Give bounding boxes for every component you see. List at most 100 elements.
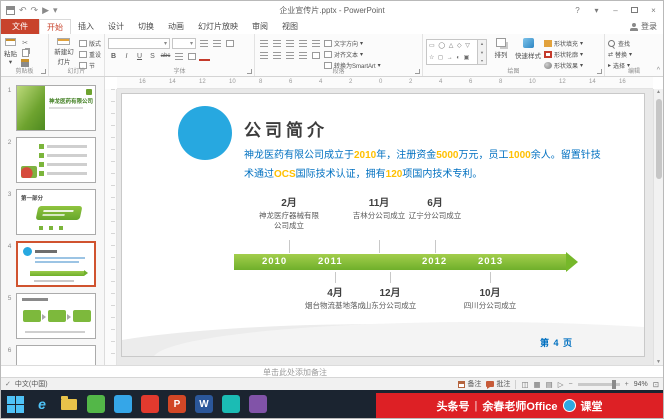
slide-thumbnail-1[interactable]: 神龙医药有限公司	[16, 85, 96, 131]
shape-outline-button[interactable]: 形状轮廓 ▾	[544, 50, 583, 59]
tab-view[interactable]: 视图	[275, 19, 305, 34]
zoom-percentage[interactable]: 94%	[634, 381, 648, 388]
zoom-slider-thumb[interactable]	[611, 379, 616, 389]
help-button[interactable]: ?	[568, 1, 587, 19]
shapes-gallery-scroll[interactable]: ▲ ▼ ▾	[478, 39, 487, 65]
file-explorer-button[interactable]	[58, 393, 80, 415]
notes-toggle-button[interactable]: 备注	[458, 379, 481, 389]
vertical-scrollbar[interactable]: ▲ ▼	[653, 89, 663, 365]
undo-button[interactable]: ↶	[19, 3, 27, 17]
tab-design[interactable]: 设计	[101, 19, 131, 34]
slide-sorter-view-button[interactable]: ▦	[534, 380, 541, 389]
new-slide-button[interactable]: 新建幻灯片	[52, 36, 76, 66]
redo-button[interactable]: ↷	[31, 3, 39, 17]
arrange-button[interactable]: 排列	[490, 36, 512, 66]
comments-toggle-button[interactable]: 批注	[486, 379, 510, 389]
replace-button[interactable]: ⇄ 替换 ▾	[608, 50, 632, 59]
find-button[interactable]: 查找	[608, 39, 632, 48]
timeline-arrow-bar[interactable]: 2010 2011 2012 2013	[234, 252, 578, 272]
numbering-button[interactable]	[271, 38, 282, 48]
slide-thumbnail-2[interactable]	[16, 137, 96, 183]
text-direction-button[interactable]: 文字方向 ▾	[324, 39, 381, 48]
slide-thumbnail-3[interactable]: 第一部分	[16, 189, 96, 235]
ribbon-display-options-button[interactable]: ▾	[587, 1, 606, 19]
underline-button[interactable]: U	[134, 51, 145, 61]
normal-view-button[interactable]: ◫	[521, 380, 528, 389]
slide-thumbnail-6[interactable]	[16, 345, 96, 365]
close-button[interactable]: ×	[644, 1, 663, 19]
zoom-in-button[interactable]: +	[625, 381, 629, 388]
maximize-button[interactable]	[625, 1, 644, 19]
font-color-button[interactable]: B	[199, 51, 210, 61]
layout-button[interactable]: 版式	[78, 39, 101, 48]
language-indicator[interactable]: 中文(中国)	[15, 379, 48, 389]
fit-to-window-button[interactable]: ⊡	[653, 380, 659, 389]
tab-animations[interactable]: 动画	[161, 19, 191, 34]
align-left-button[interactable]	[258, 50, 269, 60]
tab-review[interactable]: 审阅	[245, 19, 275, 34]
bullets-button[interactable]	[258, 38, 269, 48]
internet-explorer-button[interactable]: e	[31, 393, 53, 415]
increase-font-button[interactable]	[198, 39, 209, 49]
scrollbar-thumb[interactable]	[655, 99, 662, 179]
taskbar-app-button[interactable]	[139, 393, 161, 415]
tab-file[interactable]: 文件	[1, 19, 39, 34]
character-spacing-button[interactable]	[173, 51, 184, 61]
font-name-combobox[interactable]: ▾	[108, 38, 170, 49]
decrease-indent-button[interactable]	[284, 38, 295, 48]
copy-button[interactable]	[20, 49, 30, 57]
sign-in-button[interactable]: 登录	[630, 21, 657, 32]
quick-styles-button[interactable]: 快速样式	[515, 36, 541, 66]
strikethrough-button[interactable]: abc	[160, 51, 171, 61]
tab-slideshow[interactable]: 幻灯片放映	[191, 19, 245, 34]
dialog-launcher-icon[interactable]	[41, 69, 46, 74]
slideshow-view-button[interactable]: ▷	[558, 380, 564, 389]
paste-button[interactable]: 粘贴 ▾	[4, 36, 17, 66]
cut-button[interactable]: ✂	[20, 39, 30, 47]
taskbar-app-button[interactable]	[112, 393, 134, 415]
slide-thumbnail-4-selected[interactable]	[16, 241, 96, 287]
blue-circle-shape[interactable]	[178, 106, 232, 160]
slide-body-text[interactable]: 神龙医药有限公司成立于2010年，注册资金5000万元，员工1000余人。留置针…	[244, 147, 606, 184]
save-button[interactable]	[6, 3, 15, 17]
minimize-button[interactable]: –	[606, 1, 625, 19]
zoom-slider[interactable]	[577, 379, 620, 389]
taskbar-app-button[interactable]	[247, 393, 269, 415]
collapse-ribbon-button[interactable]: ^	[657, 67, 660, 74]
clear-formatting-button[interactable]	[224, 39, 235, 49]
shapes-gallery-box[interactable]: ▭ ◯ △ ◇ ▽ ☆ ◻ → ◐ ▣	[426, 39, 478, 65]
shape-fill-button[interactable]: 形状填充 ▾	[544, 39, 583, 48]
customize-qat-button[interactable]: ▾	[53, 3, 58, 17]
milestone-bottom-2[interactable]: 12月 山东分公司成立	[348, 284, 432, 311]
align-right-button[interactable]	[284, 50, 295, 60]
change-case-button[interactable]	[186, 51, 197, 61]
milestone-top-1[interactable]: 2月 神龙医疗器械有限公司成立	[247, 194, 331, 231]
bold-button[interactable]: B	[108, 51, 119, 61]
align-text-button[interactable]: 对齐文本 ▾	[324, 50, 381, 59]
tab-insert[interactable]: 插入	[71, 19, 101, 34]
dialog-launcher-icon[interactable]	[415, 69, 420, 74]
dialog-launcher-icon[interactable]	[597, 69, 602, 74]
word-taskbar-button[interactable]: W	[193, 393, 215, 415]
text-shadow-button[interactable]: S	[147, 51, 158, 61]
milestone-top-3[interactable]: 6月 辽宁分公司成立	[393, 194, 477, 221]
powerpoint-taskbar-button[interactable]: P	[166, 393, 188, 415]
dialog-launcher-icon[interactable]	[247, 69, 252, 74]
start-slideshow-button[interactable]: ▶	[42, 3, 49, 17]
decrease-font-button[interactable]	[211, 39, 222, 49]
start-button[interactable]	[4, 393, 26, 415]
italic-button[interactable]: I	[121, 51, 132, 61]
notes-pane[interactable]: 单击此处添加备注	[1, 365, 663, 377]
font-size-combobox[interactable]: ▾	[172, 38, 196, 49]
slide-title[interactable]: 公司简介	[244, 116, 328, 141]
tab-transitions[interactable]: 切换	[131, 19, 161, 34]
reading-view-button[interactable]: ▤	[546, 380, 553, 389]
reset-button[interactable]: 重设	[78, 50, 101, 59]
milestone-bottom-3[interactable]: 10月 四川分公司成立	[448, 284, 532, 311]
increase-indent-button[interactable]	[297, 38, 308, 48]
taskbar-app-button[interactable]	[220, 393, 242, 415]
taskbar-app-button[interactable]	[85, 393, 107, 415]
justify-button[interactable]	[297, 50, 308, 60]
zoom-out-button[interactable]: −	[569, 381, 573, 388]
slide-thumbnail-5[interactable]	[16, 293, 96, 339]
